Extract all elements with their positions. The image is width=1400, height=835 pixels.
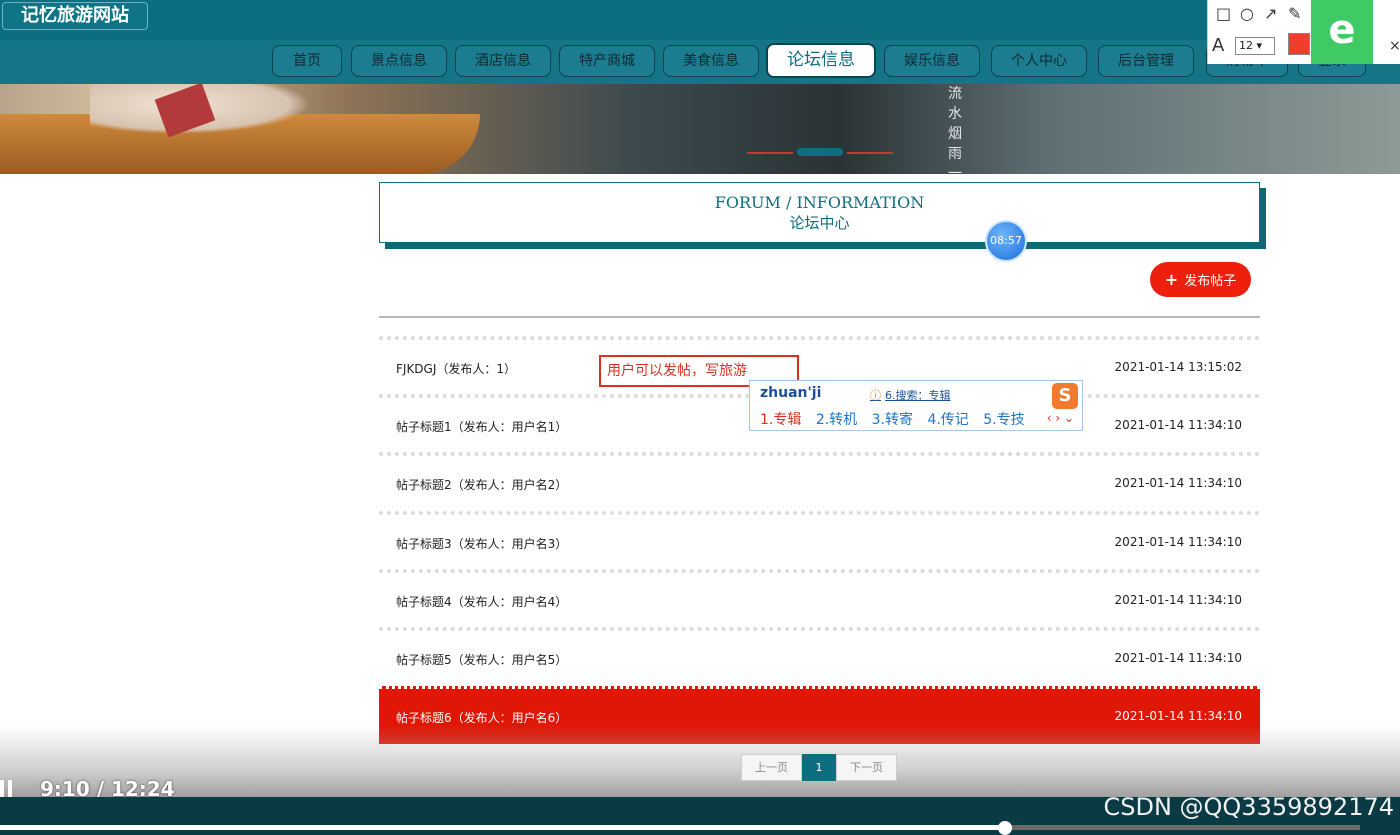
ime-candidate[interactable]: 2.转机 <box>816 412 857 428</box>
ime-candidates: 1.专辑 2.转机 3.转寄 4.传记 5.专技 <box>760 409 1035 429</box>
banner-dot-1[interactable] <box>747 152 793 154</box>
forum-title-en: FORUM / INFORMATION <box>714 193 925 212</box>
post-time: 2021-01-14 11:34:10 <box>1114 535 1242 549</box>
browser-extension-logo-icon[interactable]: e <box>1311 0 1373 64</box>
font-icon: A <box>1212 35 1225 56</box>
ime-candidate-window: zhuan'ji ⓘ 6.搜索：专辑 1.专辑 2.转机 3.转寄 4.传记 5.… <box>749 380 1083 431</box>
post-title[interactable]: 帖子标题3（发布人：用户名3） <box>396 535 567 552</box>
recording-timer-bubble[interactable]: 08:57 <box>985 220 1027 262</box>
video-controls-overlay <box>0 725 1400 800</box>
info-icon: ⓘ <box>870 389 881 402</box>
post-time: 2021-01-14 11:34:10 <box>1114 709 1242 723</box>
post-time: 2021-01-14 11:34:10 <box>1114 593 1242 607</box>
post-row[interactable]: 帖子标题2（发布人：用户名2） 2021-01-14 11:34:10 <box>379 452 1260 510</box>
post-title[interactable]: 帖子标题1（发布人：用户名1） <box>396 418 567 435</box>
circle-tool-icon[interactable]: ○ <box>1240 4 1254 23</box>
post-title[interactable]: 帖子标题4（发布人：用户名4） <box>396 593 567 610</box>
ime-candidate[interactable]: 1.专辑 <box>760 412 801 428</box>
publish-post-label: 发布帖子 <box>1184 274 1237 289</box>
ime-candidate[interactable]: 5.专技 <box>983 412 1024 428</box>
post-time: 2021-01-14 13:15:02 <box>1114 360 1242 374</box>
sogou-logo-icon: S <box>1052 383 1078 409</box>
top-bar: 记忆旅游网站 <box>0 0 1400 40</box>
ime-pinyin: zhuan'ji <box>760 385 822 401</box>
list-divider <box>379 316 1260 318</box>
color-picker[interactable] <box>1288 33 1310 55</box>
next-page-button[interactable]: 下一页 <box>836 754 897 781</box>
nav-food[interactable]: 美食信息 <box>663 45 759 77</box>
post-title[interactable]: 帖子标题2（发布人：用户名2） <box>396 476 567 493</box>
site-title[interactable]: 记忆旅游网站 <box>2 2 148 30</box>
pencil-tool-icon[interactable]: ✎ <box>1288 4 1301 23</box>
main-nav: 首页 景点信息 酒店信息 特产商城 美食信息 论坛信息 娱乐信息 个人中心 后台… <box>0 40 1400 84</box>
post-row[interactable]: 帖子标题3（发布人：用户名3） 2021-01-14 11:34:10 <box>379 511 1260 569</box>
banner-caption: 流水烟雨一 <box>948 86 962 174</box>
forum-title-cn: 论坛中心 <box>789 214 850 232</box>
close-icon[interactable]: × <box>1389 38 1400 54</box>
ime-page-arrows-icon[interactable]: ‹ › ⌄ <box>1047 411 1074 425</box>
banner-image: 流水烟雨一 <box>0 84 1400 174</box>
nav-home[interactable]: 首页 <box>272 45 342 77</box>
ime-search-link[interactable]: ⓘ 6.搜索：专辑 <box>870 387 951 403</box>
ime-candidate[interactable]: 3.转寄 <box>872 412 913 428</box>
ime-candidate[interactable]: 4.传记 <box>927 412 968 428</box>
font-size-select[interactable]: 12 ▾ <box>1235 37 1275 55</box>
nav-forum[interactable]: 论坛信息 <box>766 43 876 78</box>
banner-dot-3[interactable] <box>847 152 893 154</box>
nav-personal-center[interactable]: 个人中心 <box>991 45 1087 77</box>
post-row[interactable]: 帖子标题5（发布人：用户名5） 2021-01-14 11:34:10 <box>379 627 1260 685</box>
annotation-toolbar: □ ○ ↗ ✎ A 12 ▾ e <box>1207 0 1400 64</box>
post-title[interactable]: 帖子标题5（发布人：用户名5） <box>396 651 567 668</box>
pagination: 上一页 1 下一页 <box>741 754 897 781</box>
post-time: 2021-01-14 11:34:10 <box>1114 418 1242 432</box>
ime-search-label: 6.搜索：专辑 <box>885 389 951 402</box>
video-progress-knob[interactable] <box>998 821 1013 835</box>
post-time: 2021-01-14 11:34:10 <box>1114 651 1242 665</box>
publish-post-button[interactable]: + 发布帖子 <box>1150 262 1251 297</box>
font-size-value: 12 <box>1239 39 1253 52</box>
nav-admin[interactable]: 后台管理 <box>1098 45 1194 77</box>
nav-hotel[interactable]: 酒店信息 <box>455 45 551 77</box>
prev-page-button[interactable]: 上一页 <box>741 754 802 781</box>
watermark: CSDN @QQ3359892174 <box>1103 793 1394 821</box>
video-progress-bar[interactable] <box>0 821 1360 835</box>
post-time: 2021-01-14 11:34:10 <box>1114 476 1242 490</box>
rectangle-tool-icon[interactable]: □ <box>1216 4 1231 23</box>
banner-dot-2[interactable] <box>797 148 843 156</box>
pause-icon[interactable] <box>0 780 12 798</box>
screen: 记忆旅游网站 首页 景点信息 酒店信息 特产商城 美食信息 论坛信息 娱乐信息 … <box>0 0 1400 835</box>
page-number-button[interactable]: 1 <box>802 754 836 781</box>
post-title[interactable]: 帖子标题6（发布人：用户名6） <box>396 709 567 726</box>
post-row[interactable]: 帖子标题4（发布人：用户名4） 2021-01-14 11:34:10 <box>379 569 1260 627</box>
forum-heading: FORUM / INFORMATION 论坛中心 <box>379 182 1260 243</box>
nav-specialty-shop[interactable]: 特产商城 <box>559 45 655 77</box>
nav-entertainment[interactable]: 娱乐信息 <box>884 45 980 77</box>
nav-scenic[interactable]: 景点信息 <box>351 45 447 77</box>
video-progress-fill <box>0 825 1006 830</box>
arrow-tool-icon[interactable]: ↗ <box>1264 4 1277 23</box>
plus-icon: + <box>1164 270 1179 289</box>
post-title[interactable]: FJKDGJ（发布人：1） <box>396 360 516 377</box>
